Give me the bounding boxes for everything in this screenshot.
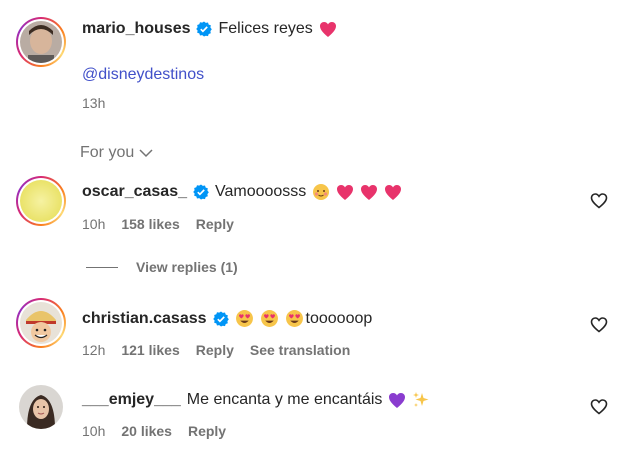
comment-avatar <box>20 302 62 344</box>
purple-heart-emoji-icon <box>389 392 406 408</box>
comment-username[interactable]: ___emjey___ <box>82 391 181 409</box>
post-avatar-ring[interactable] <box>16 17 66 67</box>
comment-likes[interactable]: 121 likes <box>121 342 179 358</box>
reply-button[interactable]: Reply <box>196 342 234 358</box>
heart-emoji-icon <box>385 184 402 200</box>
heart-outline-icon[interactable] <box>590 398 608 416</box>
comment-time: 12h <box>82 342 106 358</box>
post-caption: Felices reyes <box>218 20 313 37</box>
comment-time: 10h <box>82 216 106 232</box>
comment-username[interactable]: christian.casass <box>82 310 207 328</box>
heart-outline-icon[interactable] <box>590 316 608 334</box>
comment-username[interactable]: oscar_casas_ <box>82 183 187 201</box>
comment-text: Me encanta y me encantáis <box>186 391 383 408</box>
comment-avatar-ring[interactable] <box>16 298 66 348</box>
post-username[interactable]: mario_houses <box>82 20 190 38</box>
reply-button[interactable]: Reply <box>188 423 226 439</box>
comment-likes[interactable]: 158 likes <box>121 216 179 232</box>
post-avatar <box>20 21 62 63</box>
heart-eyes-emoji-icon <box>235 310 253 327</box>
view-replies-button[interactable]: View replies (1) <box>136 259 238 275</box>
smiling-face-emoji-icon <box>313 184 330 200</box>
heart-emoji-icon <box>337 184 354 200</box>
for-you-label: For you <box>80 144 135 161</box>
heart-eyes-emoji-icon <box>260 310 278 327</box>
comment-likes[interactable]: 20 likes <box>121 423 172 439</box>
verified-badge-icon <box>196 21 213 37</box>
reply-button[interactable]: Reply <box>196 216 234 232</box>
heart-emoji-icon <box>361 184 378 200</box>
verified-badge-icon <box>212 311 229 326</box>
mention-link[interactable]: @disneydestinos <box>82 66 204 84</box>
heart-eyes-emoji-icon <box>285 310 303 327</box>
verified-badge-icon <box>193 184 209 200</box>
comment-time: 10h <box>82 423 106 439</box>
comment-text: Vamoooosss <box>214 183 307 200</box>
see-translation-button[interactable]: See translation <box>250 342 350 358</box>
chevron-down-icon <box>139 149 153 158</box>
for-you-filter[interactable]: For you <box>80 144 154 162</box>
comment-avatar[interactable] <box>19 385 63 429</box>
comment-avatar-ring[interactable] <box>16 176 66 226</box>
view-replies-divider <box>86 267 118 268</box>
heart-emoji-icon <box>319 21 336 37</box>
sparkles-emoji-icon <box>413 392 429 407</box>
heart-outline-icon[interactable] <box>590 192 608 210</box>
comment-avatar <box>20 180 62 222</box>
post-time: 13h <box>82 95 106 111</box>
comment-text: toooooop <box>305 309 373 327</box>
